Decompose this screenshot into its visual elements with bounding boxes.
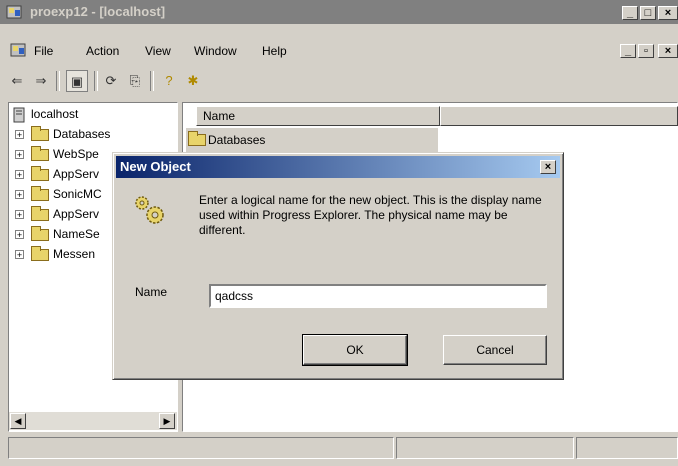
expand-icon[interactable]: + [15,150,24,160]
folder-icon [31,246,49,261]
expand-icon[interactable]: + [15,230,24,240]
toolbar-separator [56,71,60,91]
minimize-button[interactable]: _ [622,6,638,20]
expand-icon[interactable]: + [15,210,24,220]
cancel-button[interactable]: Cancel [443,335,547,365]
folder-icon [31,146,49,161]
mdi-child-icon[interactable] [10,42,26,58]
tree-item-label: AppServ [53,207,100,221]
tree-item-label: NameSe [53,227,100,241]
expand-icon[interactable]: + [15,170,24,180]
ok-button[interactable]: OK [302,334,408,366]
scroll-right-button[interactable]: ▶ [159,413,175,429]
folder-icon [31,226,49,241]
server-icon [13,107,25,123]
tree-item-label: AppServ [53,167,100,181]
tree-root-label: localhost [31,107,79,121]
app-icon [6,5,22,19]
new-object-dialog: New Object × Enter a logical name for th… [112,152,564,380]
scroll-left-button[interactable]: ◀ [10,413,26,429]
folder-icon [31,206,49,221]
tree-item-label: Databases [53,127,111,141]
export-list-icon[interactable]: ⎘ [124,70,146,92]
folder-icon [31,126,49,141]
status-pane-3 [576,437,678,459]
refresh-icon[interactable]: ⟳ [100,70,122,92]
child-close-button[interactable]: × [658,44,678,58]
gears-icon [135,196,164,224]
folder-icon [188,131,206,146]
menu-window[interactable]: Window [194,44,237,58]
name-label: Name [135,285,168,299]
folder-icon [31,166,49,181]
show-hide-tree-icon[interactable]: ▣ [66,70,88,92]
child-minimize-button[interactable]: _ [620,44,636,58]
folder-icon [31,186,49,201]
window-titlebar: proexp12 - [localhost] [0,0,678,24]
child-restore-button[interactable]: ▫ [638,44,654,58]
status-pane-main [8,437,394,459]
toolbar-separator [94,71,98,91]
tree-horizontal-scrollbar[interactable] [9,412,177,430]
menu-help[interactable]: Help [262,44,287,58]
dialog-title: New Object [120,159,191,174]
window-title: proexp12 - [localhost] [30,4,166,19]
help-icon[interactable]: ? [158,70,180,92]
list-item[interactable]: Databases [186,128,438,152]
dialog-message: Enter a logical name for the new object.… [199,193,542,237]
dialog-titlebar: New Object × [116,156,560,178]
menu-view[interactable]: View [145,44,171,58]
tree-item-label: SonicMC [53,187,102,201]
new-object-icon[interactable]: ✱ [182,70,204,92]
column-header-name[interactable]: Name [196,106,440,126]
menu-action[interactable]: Action [86,44,119,58]
name-input[interactable] [209,284,547,308]
back-arrow-icon[interactable]: ⇐ [6,70,28,92]
expand-icon[interactable]: + [15,130,24,140]
dialog-close-button[interactable]: × [540,160,556,174]
column-header-empty[interactable] [440,106,678,126]
list-item-label: Databases [208,133,266,147]
maximize-button[interactable]: □ [640,6,656,20]
expand-icon[interactable]: + [15,190,24,200]
toolbar-separator [150,71,154,91]
close-button[interactable]: × [658,6,678,20]
expand-icon[interactable]: + [15,250,24,260]
status-pane-2 [396,437,574,459]
forward-arrow-icon[interactable]: ⇒ [30,70,52,92]
menu-file[interactable]: File [34,44,53,58]
tree-item-label: WebSpe [53,147,99,161]
tree-item-label: Messen [53,247,96,261]
